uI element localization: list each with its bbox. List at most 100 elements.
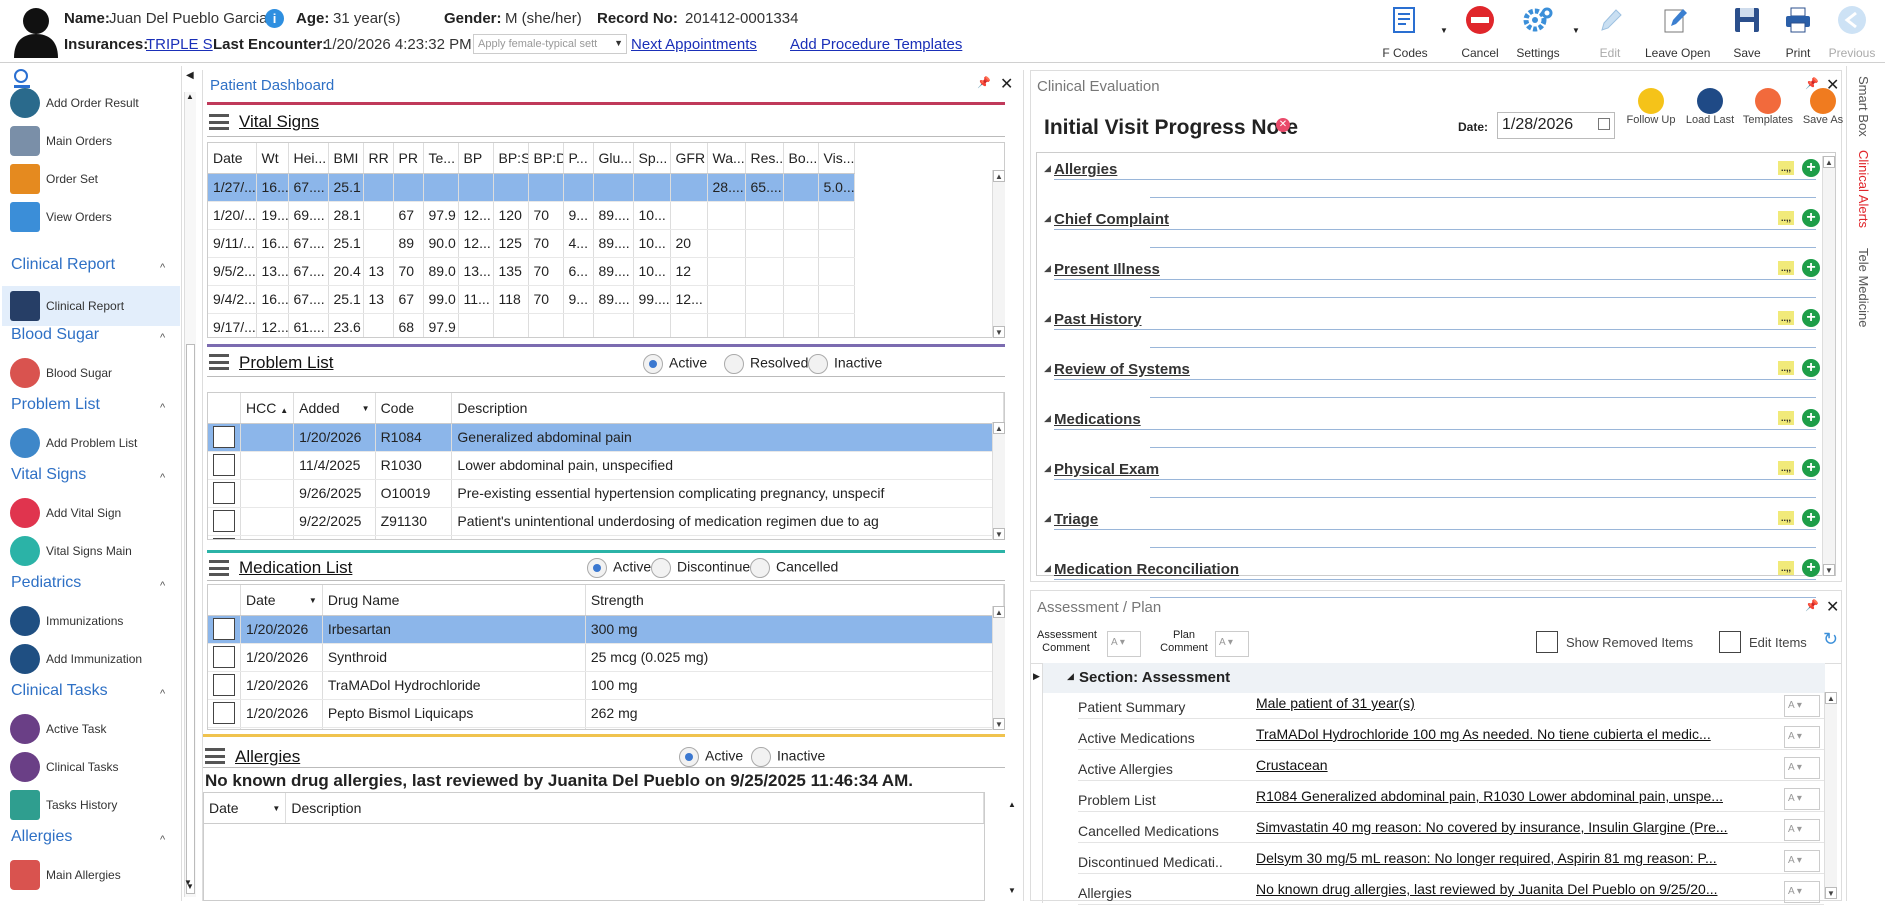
calendar-icon[interactable] [1598,118,1610,130]
quote-icon[interactable]: ..,, [1778,211,1794,225]
collapse-triangle-icon[interactable]: ◢ [1044,463,1051,474]
assessment-row[interactable]: Active Allergies Crustacean A ▾ [1078,755,1824,781]
note-section[interactable]: ◢ Triage..,, + [1040,507,1820,549]
row-checkbox[interactable] [213,454,235,476]
section-pediatrics[interactable]: Pediatrics [11,574,81,592]
scroll-up-icon[interactable]: ▲ [1823,156,1835,168]
assessment-row-value[interactable]: No known drug allergies, last reviewed b… [1256,881,1758,897]
col-header-code[interactable]: Code [375,393,453,424]
collapse-triangle-icon[interactable]: ◢ [1044,413,1051,424]
assessment-comment-dropdown[interactable]: A ▾ [1107,631,1141,657]
row-checkbox[interactable] [213,510,235,532]
collapse-triangle-icon[interactable]: ◢ [1044,163,1051,174]
note-section[interactable]: ◢ Chief Complaint..,, + [1040,207,1820,249]
scroll-down-icon[interactable]: ▼ [993,326,1005,338]
quote-icon[interactable]: ..,, [1778,461,1794,475]
note-section[interactable]: ◢ Medications..,, + [1040,407,1820,449]
expand-icon[interactable]: ▶ [1033,671,1040,682]
assessment-scrollbar[interactable]: ▲ ▼ [1824,692,1837,899]
note-section[interactable]: ◢ Review of Systems..,, + [1040,357,1820,399]
section-header-row[interactable]: ◢ Section: Assessment [1043,663,1825,693]
close-icon[interactable]: ✕ [1000,74,1013,94]
collapse-triangle-icon[interactable]: ◢ [1044,563,1051,574]
scroll-down-icon[interactable]: ▼ [1008,886,1016,895]
col-header[interactable]: Date [208,143,257,174]
row-checkbox-cell[interactable] [208,727,241,729]
print-button[interactable]: Print [1768,4,1828,60]
scroll-up-icon[interactable]: ▲ [993,422,1005,434]
table-row[interactable]: 1/27/... 16... 67.... 25.1 28.... 65.... 5.0..… [208,173,855,202]
radio-dot[interactable] [587,558,607,578]
table-row[interactable]: 4/5/2024Restoril15 mg [208,727,1004,729]
row-checkbox[interactable] [213,674,235,696]
add-icon[interactable]: + [1802,459,1820,477]
note-section-title[interactable]: Medications [1054,411,1141,428]
row-checkbox[interactable] [213,482,235,504]
radio-dot[interactable] [651,558,671,578]
med-scrollbar[interactable]: ▲ ▼ [992,606,1005,730]
table-row[interactable]: 9/11/2025C8204Follicular lymphoma grade … [208,535,1004,539]
quote-icon[interactable]: ..,, [1778,161,1794,175]
row-checkbox-cell[interactable] [208,423,241,452]
sidebar-scrollbar[interactable]: ▲ ▼ [184,92,196,897]
edit-button[interactable]: Edit [1580,4,1640,60]
table-row[interactable]: 1/20/2026 Synthroid 25 mcg (0.025 mg) [208,643,1004,672]
col-header[interactable]: RR [363,143,394,174]
info-icon[interactable]: i [265,9,284,28]
settings-button[interactable]: Settings [1508,4,1568,60]
quote-icon[interactable]: ..,, [1778,261,1794,275]
table-row[interactable]: 1/20/2026 TraMADol Hydrochloride 100 mg [208,671,1004,700]
add-icon[interactable]: + [1802,309,1820,327]
comment-dropdown[interactable]: A ▾ [1784,881,1820,903]
scroll-thumb[interactable] [186,344,195,894]
scroll-down-icon[interactable]: ▼ [184,878,192,887]
assessment-row-value[interactable]: Simvastatin 40 mg reason: No covered by … [1256,819,1758,835]
col-header-strength[interactable]: Strength [585,585,1004,616]
col-header-description[interactable]: Description [285,793,984,824]
row-checkbox-cell[interactable] [208,699,241,728]
comment-dropdown[interactable]: A ▾ [1784,819,1820,841]
chevron-up-icon[interactable]: ^ [160,262,165,274]
col-header-date[interactable]: Date ▼ [240,585,323,616]
note-section-title[interactable]: Physical Exam [1054,461,1159,478]
assessment-row[interactable]: Cancelled Medications Simvastatin 40 mg r… [1078,817,1824,843]
col-header[interactable]: Te... [423,143,459,174]
vitals-scrollbar[interactable]: ▲ ▼ [992,170,1005,338]
table-row[interactable]: 1/20/2026 Irbesartan 300 mg [208,615,1004,644]
follow-up-button[interactable]: Follow Up [1625,88,1677,126]
section-clinical-report[interactable]: Clinical Report [11,256,115,274]
note-section[interactable]: ◢ Allergies..,, + [1040,157,1820,199]
note-section-title[interactable]: Medication Reconciliation [1054,561,1239,578]
radio-inactive[interactable]: Inactive [751,747,825,767]
quote-icon[interactable]: ..,, [1778,361,1794,375]
chevron-up-icon[interactable]: ^ [160,834,165,846]
add-icon[interactable]: + [1802,259,1820,277]
row-checkbox-cell[interactable] [208,615,241,644]
col-header-drug[interactable]: Drug Name [322,585,586,616]
templates-button[interactable]: Templates [1742,88,1794,126]
collapse-triangle-icon[interactable]: ◢ [1067,671,1074,682]
assessment-row-value[interactable]: R1084 Generalized abdominal pain, R1030 … [1256,788,1758,804]
problem-menu-icon[interactable] [209,354,229,370]
add-icon[interactable]: + [1802,409,1820,427]
note-section[interactable]: ◢ Physical Exam..,, + [1040,457,1820,499]
radio-inactive[interactable]: Inactive [808,354,882,374]
radio-dot[interactable] [724,354,744,374]
section-clinical-tasks[interactable]: Clinical Tasks [11,682,108,700]
section-vital-signs[interactable]: Vital Signs [11,466,86,484]
fcodes-button[interactable]: F Codes [1375,4,1435,60]
add-procedure-templates-link[interactable]: Add Procedure Templates [790,36,962,53]
col-header-date[interactable]: Date ▼ [204,793,287,824]
comment-dropdown[interactable]: A ▾ [1784,726,1820,748]
col-header[interactable] [208,393,241,424]
date-field[interactable]: 1/28/2026 [1497,112,1615,139]
col-header[interactable]: P... [563,143,594,174]
col-header[interactable]: Bo... [783,143,819,174]
radio-resolved[interactable]: Resolved [724,354,808,374]
row-checkbox-cell[interactable] [208,671,241,700]
note-section-title[interactable]: Present Illness [1054,261,1160,278]
collapse-triangle-icon[interactable]: ◢ [1044,313,1051,324]
table-row[interactable]: 1/20/2026 Pepto Bismol Liquicaps 262 mg [208,699,1004,728]
chevron-up-icon[interactable]: ^ [160,332,165,344]
row-checkbox[interactable] [213,702,235,724]
